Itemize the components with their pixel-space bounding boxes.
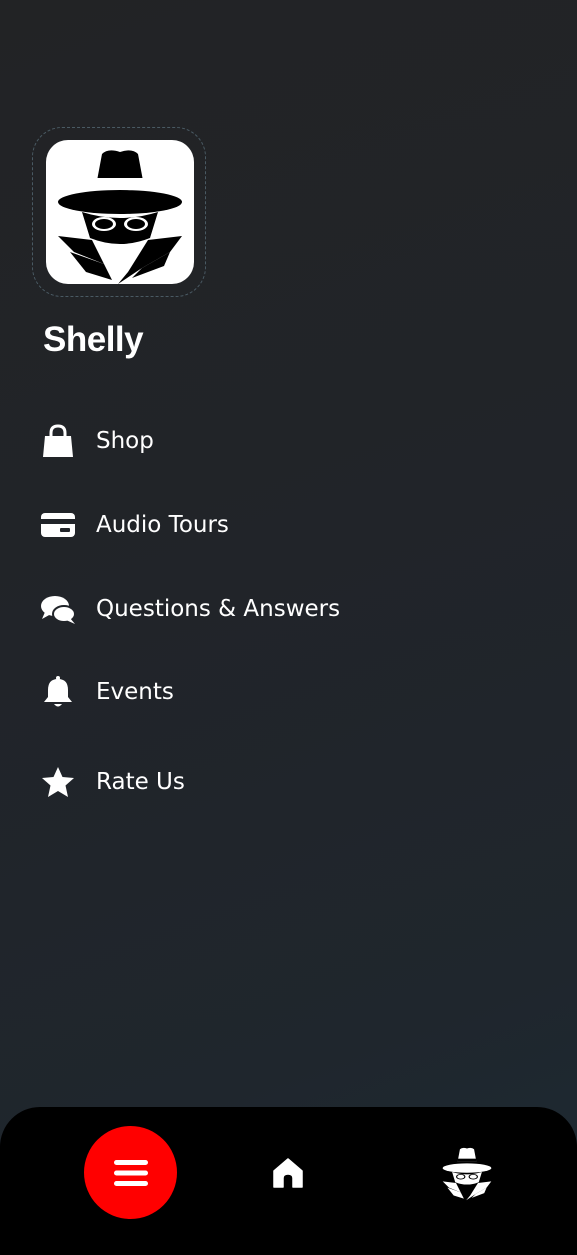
menu-item-label: Events bbox=[96, 679, 174, 705]
bell-icon bbox=[40, 674, 76, 710]
profile-name: Shelly bbox=[43, 320, 144, 359]
menu-item-label: Audio Tours bbox=[96, 512, 229, 538]
menu-item-rate-us[interactable]: Rate Us bbox=[40, 762, 185, 802]
home-icon bbox=[273, 1158, 303, 1188]
menu-item-label: Rate Us bbox=[96, 769, 185, 795]
credit-card-icon bbox=[40, 507, 76, 543]
menu-item-label: Shop bbox=[96, 428, 154, 454]
spy-icon bbox=[58, 150, 182, 284]
hamburger-menu-icon bbox=[113, 1159, 148, 1186]
shopping-bag-icon bbox=[40, 423, 76, 459]
avatar-frame[interactable] bbox=[32, 127, 206, 297]
home-button[interactable] bbox=[266, 1153, 310, 1193]
star-icon bbox=[40, 764, 76, 800]
menu-button[interactable] bbox=[84, 1126, 177, 1219]
menu-item-label: Questions & Answers bbox=[96, 596, 341, 622]
spy-icon bbox=[442, 1147, 492, 1201]
profile-button[interactable] bbox=[436, 1141, 498, 1203]
bottom-nav-bar bbox=[0, 1107, 577, 1255]
menu-item-events[interactable]: Events bbox=[40, 672, 174, 712]
chat-bubbles-icon bbox=[40, 591, 76, 627]
menu-item-questions-answers[interactable]: Questions & Answers bbox=[40, 589, 340, 629]
avatar[interactable] bbox=[46, 140, 194, 284]
drawer-screen: Shelly Shop Audio Tours Questions & Answ… bbox=[0, 0, 577, 1255]
menu-item-audio-tours[interactable]: Audio Tours bbox=[40, 505, 229, 545]
menu-item-shop[interactable]: Shop bbox=[40, 421, 154, 461]
